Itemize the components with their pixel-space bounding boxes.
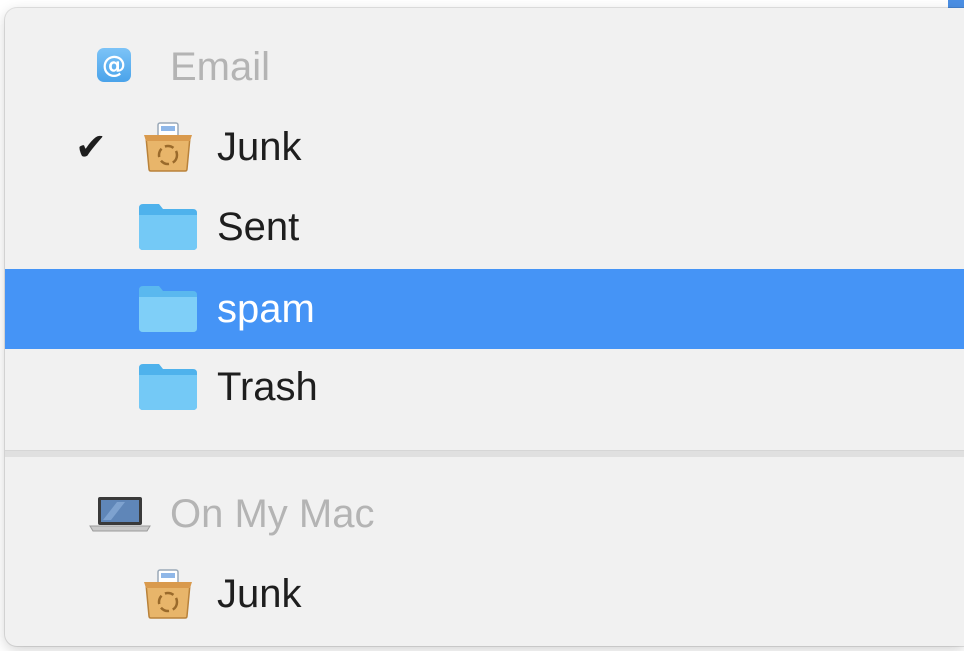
menu-item-label: Trash [217, 364, 318, 409]
macbook-icon [89, 497, 151, 532]
menu-separator [5, 450, 964, 457]
folder-icon [139, 204, 197, 250]
junk-mailbox-icon [144, 569, 192, 619]
checkmark-icon: ✔ [75, 125, 107, 169]
menu-item-spam[interactable]: spam [5, 269, 964, 349]
menu-item-label: Sent [217, 204, 300, 249]
at-sign-icon: @ [97, 48, 131, 82]
menu-item-trash[interactable]: Trash [5, 347, 964, 427]
menu-item-sent[interactable]: Sent [5, 187, 964, 267]
folder-icon [139, 364, 197, 410]
mailbox-menu: @ Email ✔ Junk Sent spam Trash On My Mac… [5, 8, 964, 646]
menu-item-label: Junk [217, 571, 302, 616]
menu-item-label: Junk [217, 124, 302, 169]
folder-icon [139, 286, 197, 332]
section-header-on-my-mac: On My Mac [5, 474, 964, 554]
section-header-label: Email [170, 44, 271, 89]
menu-item-label: spam [217, 286, 315, 331]
menu-item-junk-on-my-mac[interactable]: Junk [5, 554, 964, 634]
junk-mailbox-icon [144, 122, 192, 172]
svg-text:@: @ [102, 51, 126, 79]
section-header-email: @ Email [5, 27, 964, 107]
menu-item-junk[interactable]: ✔ Junk [5, 107, 964, 187]
section-header-label: On My Mac [170, 491, 375, 536]
